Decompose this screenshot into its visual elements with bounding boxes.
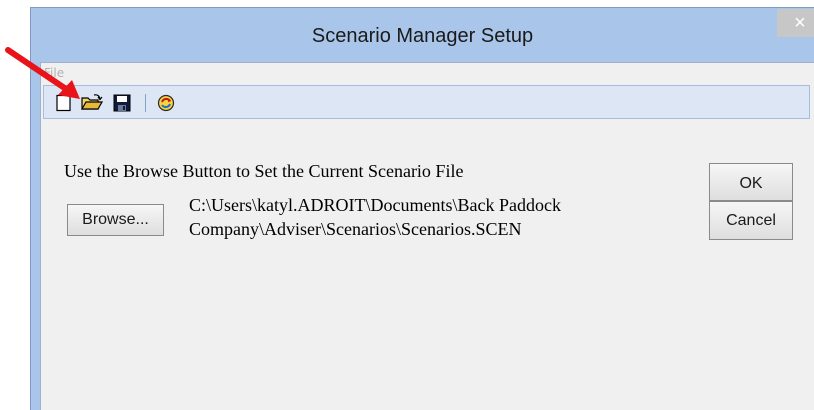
toolbar-separator [145,94,146,112]
toolbar [43,85,810,119]
scenario-path-line1: C:\Users\katyl.ADROIT\Documents\Back Pad… [189,195,561,215]
window-title: Scenario Manager Setup [311,25,534,47]
close-icon: × [794,12,806,34]
instruction-text: Use the Browse Button to Set the Current… [64,161,464,181]
annotation-arrow [5,47,80,99]
close-button[interactable]: × [777,9,814,37]
menu-bar: File [41,63,814,85]
cancel-button[interactable]: Cancel [709,201,793,240]
ok-button[interactable]: OK [709,163,793,201]
refresh-button[interactable] [156,93,176,113]
scenario-path-line2: Company\Adviser\Scenarios\Scenarios.SCEN [189,219,522,239]
scenario-manager-window: Scenario Manager Setup × File Use the Br… [30,7,814,410]
browse-button[interactable]: Browse... [67,204,164,236]
refresh-icon [157,94,175,112]
dialog-client-area: File Use the Browse Button to Set the Cu… [40,62,814,410]
